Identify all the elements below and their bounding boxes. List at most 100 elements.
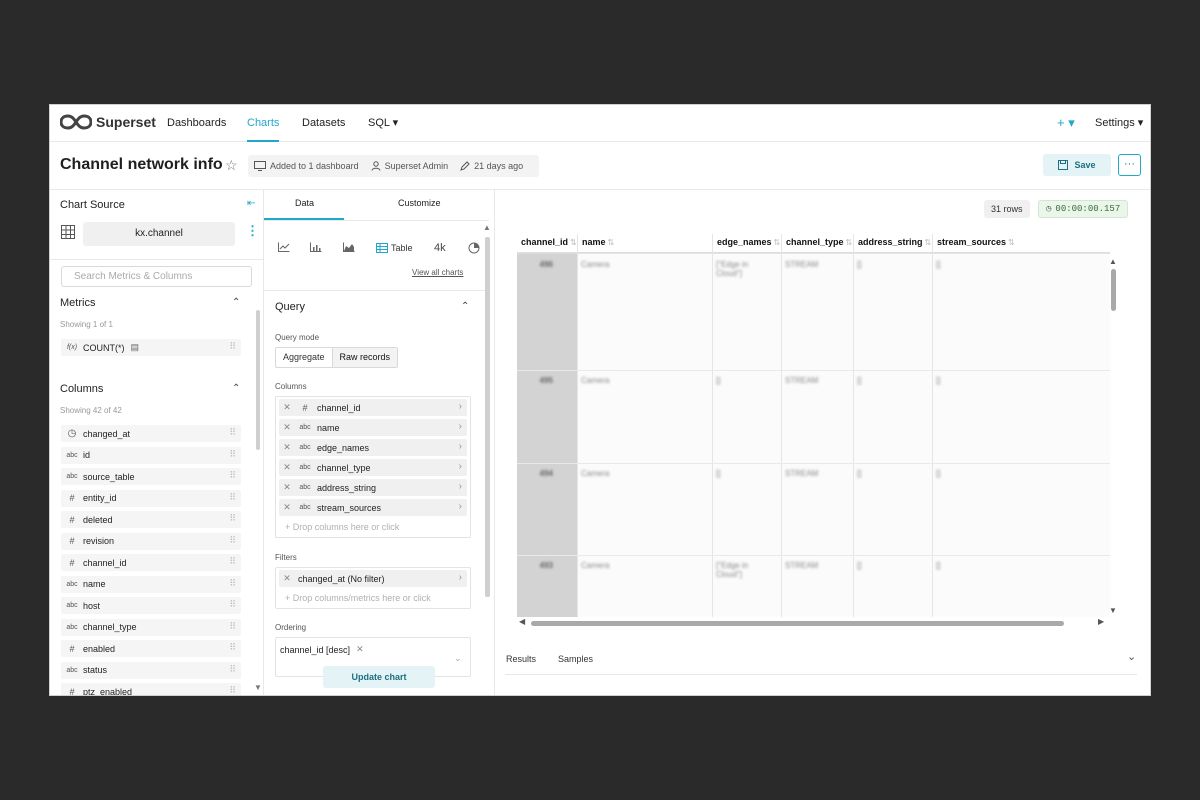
nav-datasets[interactable]: Datasets — [302, 105, 345, 142]
column-item[interactable]: abc status ⠿ — [61, 661, 241, 679]
query-section-title[interactable]: Query — [275, 301, 305, 313]
column-item[interactable]: abc id ⠿ — [61, 446, 241, 464]
superset-logo[interactable]: Superset — [60, 114, 156, 130]
settings-menu[interactable]: Settings ▾ — [1095, 105, 1143, 142]
remove-icon[interactable]: ✕ — [356, 644, 364, 655]
drag-handle-icon[interactable]: ⠿ — [229, 599, 236, 610]
drag-handle-icon[interactable]: ⠿ — [229, 449, 236, 460]
scroll-down-icon[interactable]: ▼ — [254, 683, 262, 692]
column-item[interactable]: abc channel_type ⠿ — [61, 618, 241, 636]
column-chip[interactable]: ✕ # channel_id › — [279, 399, 467, 416]
column-header[interactable]: stream_sources ⇅ — [937, 237, 1015, 247]
scroll-up-icon[interactable]: ▲ — [1109, 257, 1117, 266]
ordering-chip[interactable]: channel_id [desc] ✕ — [280, 641, 364, 658]
column-header[interactable]: channel_id ⇅ — [521, 237, 577, 247]
line-chart-icon[interactable] — [278, 242, 290, 255]
remove-icon[interactable]: ✕ — [279, 442, 295, 453]
remove-icon[interactable]: ✕ — [279, 422, 295, 433]
chevron-up-icon[interactable]: ⌃ — [232, 297, 240, 308]
horizontal-scrollbar[interactable] — [531, 621, 1064, 626]
column-chip[interactable]: ✕ abc address_string › — [279, 479, 467, 496]
scroll-right-icon[interactable]: ▶ — [1098, 617, 1104, 626]
star-icon[interactable]: ☆ — [225, 157, 238, 174]
area-chart-icon[interactable] — [343, 242, 355, 255]
drag-handle-icon[interactable]: ⠿ — [229, 621, 236, 632]
middle-scrollbar[interactable] — [485, 237, 490, 597]
columns-section-title[interactable]: Columns — [60, 383, 103, 395]
column-item[interactable]: # deleted ⠿ — [61, 511, 241, 528]
column-item[interactable]: # entity_id ⠿ — [61, 489, 241, 507]
search-metrics-input[interactable]: Search Metrics & Columns — [61, 266, 252, 287]
new-menu-button[interactable]: + ▾ — [1057, 105, 1075, 142]
filter-chip[interactable]: ✕ changed_at (No filter) › — [279, 570, 467, 587]
mode-aggregate-button[interactable]: Aggregate — [276, 348, 332, 367]
column-chip[interactable]: ✕ abc edge_names › — [279, 439, 467, 456]
column-header[interactable]: channel_type ⇅ — [786, 237, 852, 247]
chevron-up-icon[interactable]: ⌃ — [232, 383, 240, 394]
remove-icon[interactable]: ✕ — [279, 482, 295, 493]
drag-handle-icon[interactable]: ⠿ — [229, 341, 236, 352]
column-chip[interactable]: ✕ abc channel_type › — [279, 459, 467, 476]
column-header[interactable]: address_string ⇅ — [858, 237, 931, 247]
view-all-charts-link[interactable]: View all charts — [412, 268, 463, 277]
collapse-panel-icon[interactable]: ⇤ — [247, 198, 255, 209]
pie-chart-icon[interactable] — [468, 242, 480, 257]
remove-icon[interactable]: ✕ — [279, 573, 295, 584]
drag-handle-icon[interactable]: ⠿ — [229, 642, 236, 653]
drag-handle-icon[interactable]: ⠿ — [229, 470, 236, 481]
drag-handle-icon[interactable]: ⠿ — [229, 513, 236, 524]
remove-icon[interactable]: ✕ — [279, 462, 295, 473]
tab-results[interactable]: Results — [506, 654, 536, 664]
column-item[interactable]: # ptz_enabled ⠿ — [61, 683, 241, 695]
drag-handle-icon[interactable]: ⠿ — [229, 535, 236, 546]
bar-chart-icon[interactable] — [310, 242, 322, 255]
remove-icon[interactable]: ✕ — [279, 502, 295, 513]
drag-handle-icon[interactable]: ⠿ — [229, 578, 236, 589]
column-item[interactable]: # channel_id ⠿ — [61, 554, 241, 571]
column-item[interactable]: # enabled ⠿ — [61, 640, 241, 657]
chart-title[interactable]: Channel network info — [60, 156, 223, 174]
nav-dashboards[interactable]: Dashboards — [167, 105, 226, 142]
column-chip[interactable]: ✕ abc stream_sources › — [279, 499, 467, 516]
column-chip[interactable]: ✕ abc name › — [279, 419, 467, 436]
column-item[interactable]: ◷ changed_at ⠿ — [61, 425, 241, 442]
tab-samples[interactable]: Samples — [558, 654, 593, 664]
save-button[interactable]: Save — [1043, 154, 1111, 176]
vertical-scrollbar[interactable] — [1111, 269, 1116, 311]
scroll-left-icon[interactable]: ◀ — [519, 617, 525, 626]
column-item[interactable]: abc source_table ⠿ — [61, 468, 241, 485]
chevron-up-icon[interactable]: ⌃ — [461, 301, 469, 312]
column-header[interactable]: edge_names ⇅ — [717, 237, 780, 247]
column-item[interactable]: abc host ⠿ — [61, 597, 241, 614]
left-scrollbar[interactable] — [256, 310, 260, 450]
remove-icon[interactable]: ✕ — [279, 402, 295, 413]
tab-data[interactable]: Data — [295, 198, 314, 208]
metric-item[interactable]: f(x) COUNT(*) ▤ ⠿ — [61, 339, 241, 356]
nav-sql[interactable]: SQL ▾ — [368, 105, 398, 142]
dataset-menu-icon[interactable]: ⋮ — [246, 223, 259, 239]
drag-handle-icon[interactable]: ⠿ — [229, 492, 236, 503]
chevron-down-icon[interactable]: ⌄ — [454, 653, 462, 664]
dataset-name[interactable]: kx.channel — [83, 222, 235, 246]
more-options-button[interactable]: ··· — [1118, 154, 1141, 176]
columns-drop-target[interactable]: + Drop columns here or click — [279, 519, 467, 535]
drag-handle-icon[interactable]: ⠿ — [229, 664, 236, 675]
tab-customize[interactable]: Customize — [398, 198, 441, 208]
metrics-section-title[interactable]: Metrics — [60, 297, 95, 309]
column-item[interactable]: abc name ⠿ — [61, 575, 241, 593]
big-number-viz-button[interactable]: 4k — [434, 242, 446, 254]
filters-drop-target[interactable]: + Drop columns/metrics here or click — [279, 590, 467, 606]
nav-charts[interactable]: Charts — [247, 105, 280, 142]
chevron-down-icon[interactable]: ⌄ — [1127, 650, 1136, 663]
column-item[interactable]: # revision ⠿ — [61, 532, 241, 550]
scroll-down-icon[interactable]: ▼ — [1109, 606, 1117, 615]
drag-handle-icon[interactable]: ⠿ — [229, 427, 236, 438]
column-header[interactable]: name ⇅ — [582, 237, 614, 247]
update-chart-button[interactable]: Update chart — [323, 666, 435, 688]
mode-raw-records-button[interactable]: Raw records — [331, 348, 398, 367]
scroll-up-icon[interactable]: ▲ — [483, 223, 491, 232]
dashboards-meta[interactable]: Added to 1 dashboard — [254, 161, 359, 171]
table-viz-button[interactable]: Table — [376, 243, 413, 253]
drag-handle-icon[interactable]: ⠿ — [229, 556, 236, 567]
drag-handle-icon[interactable]: ⠿ — [229, 685, 236, 695]
